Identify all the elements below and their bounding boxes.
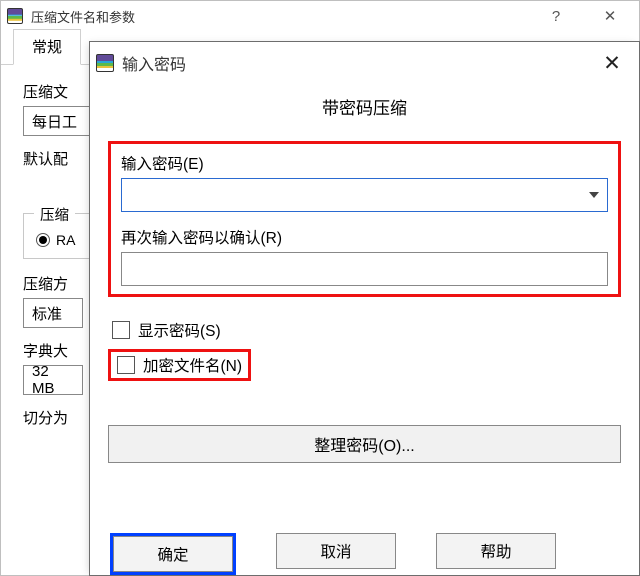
parent-title: 压缩文件名和参数 bbox=[31, 7, 525, 26]
checkbox-box bbox=[117, 356, 135, 374]
modal-footer: 确定 取消 帮助 bbox=[90, 519, 639, 575]
encrypt-names-highlight: 加密文件名(N) bbox=[108, 349, 251, 381]
enter-password-label: 输入密码(E) bbox=[121, 152, 608, 174]
method-dropdown[interactable]: 标准 bbox=[23, 298, 83, 328]
password-fields-highlight: 输入密码(E) 再次输入密码以确认(R) bbox=[108, 141, 621, 297]
modal-body: 带密码压缩 输入密码(E) 再次输入密码以确认(R) 显示密码(S) 加密文件名… bbox=[90, 84, 639, 519]
enter-password-field[interactable] bbox=[121, 178, 608, 212]
group-title: 带密码压缩 bbox=[108, 94, 621, 119]
dict-dropdown[interactable]: 32 MB bbox=[23, 365, 83, 395]
ok-button[interactable]: 确定 bbox=[113, 536, 233, 572]
show-password-checkbox[interactable]: 显示密码(S) bbox=[112, 319, 621, 341]
encrypt-filenames-checkbox[interactable]: 加密文件名(N) bbox=[117, 354, 242, 376]
help-button[interactable]: ? bbox=[533, 1, 579, 31]
ok-button-highlight: 确定 bbox=[110, 533, 236, 575]
winrar-icon bbox=[7, 8, 23, 24]
password-dialog: 输入密码 ✕ 带密码压缩 输入密码(E) 再次输入密码以确认(R) 显示密码(S… bbox=[89, 41, 640, 576]
reenter-password-label: 再次输入密码以确认(R) bbox=[121, 226, 608, 248]
password-history-button[interactable] bbox=[581, 179, 607, 211]
tab-general[interactable]: 常规 bbox=[13, 29, 81, 65]
format-legend: 压缩 bbox=[34, 204, 75, 225]
modal-title: 输入密码 bbox=[122, 51, 583, 75]
close-icon[interactable]: ✕ bbox=[591, 42, 633, 84]
enter-password-input[interactable] bbox=[122, 179, 581, 211]
cancel-button[interactable]: 取消 bbox=[276, 533, 396, 569]
help-button[interactable]: 帮助 bbox=[436, 533, 556, 569]
winrar-icon bbox=[96, 54, 114, 72]
parent-titlebar: 压缩文件名和参数 ? ✕ bbox=[1, 1, 639, 31]
chevron-down-icon bbox=[589, 192, 599, 198]
close-icon[interactable]: ✕ bbox=[587, 1, 633, 31]
reenter-password-input[interactable] bbox=[121, 252, 608, 286]
checkbox-box bbox=[112, 321, 130, 339]
modal-titlebar: 输入密码 ✕ bbox=[90, 42, 639, 84]
organize-passwords-button[interactable]: 整理密码(O)... bbox=[108, 425, 621, 463]
archive-name-value: 每日工 bbox=[32, 111, 77, 132]
